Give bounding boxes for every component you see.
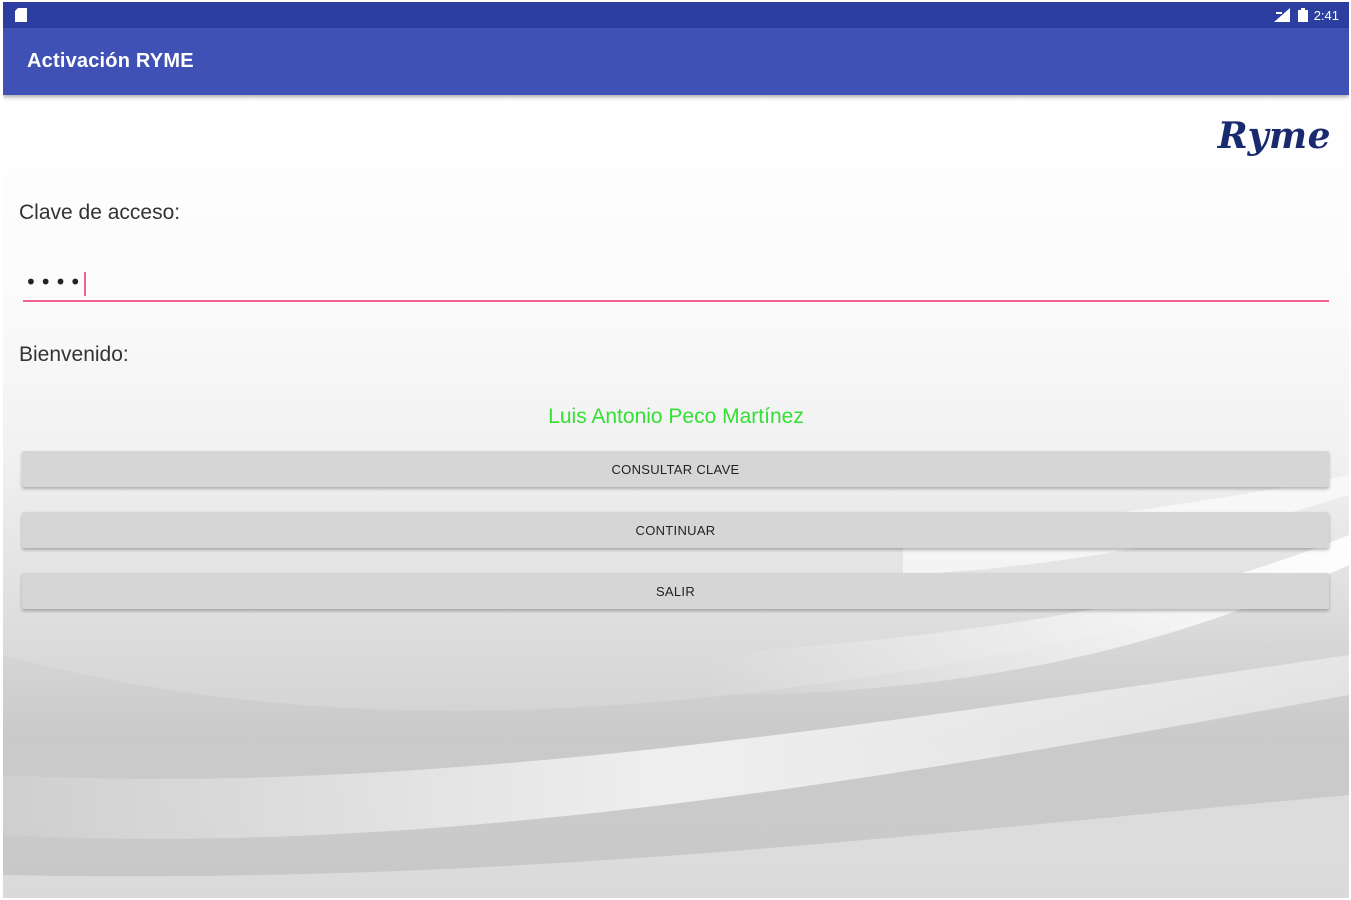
user-name: Luis Antonio Peco Martínez [548,405,804,428]
salir-button[interactable]: SALIR [22,573,1329,609]
continuar-button[interactable]: CONTINUAR [22,512,1329,548]
background-waves [3,475,1349,898]
masked-password: •••• [25,270,85,294]
access-key-label: Clave de acceso: [19,201,181,224]
access-key-input[interactable]: •••• [23,260,1329,302]
status-bar-right: 2:41 [1273,2,1339,28]
status-time: 2:41 [1313,7,1339,23]
text-caret [84,271,87,296]
consultar-clave-button[interactable]: CONSULTAR CLAVE [22,451,1329,487]
sim-card-icon [15,8,27,22]
status-bar: 2:41 [3,2,1349,28]
ryme-logo: Ryme [1217,115,1331,157]
device-screen: 2:41 Activación RYME Ryme Clave de acces… [3,2,1349,898]
main-content: Ryme Clave de acceso: •••• Bienvenido: L… [3,95,1349,898]
app-title: Activación RYME [27,50,194,72]
battery-icon [1297,8,1308,22]
screen-frame: 2:41 Activación RYME Ryme Clave de acces… [0,0,1351,900]
app-bar: Activación RYME [3,28,1349,95]
access-key-value: •••• [25,268,87,296]
welcome-label: Bienvenido: [19,343,129,366]
signal-icon [1273,8,1290,22]
